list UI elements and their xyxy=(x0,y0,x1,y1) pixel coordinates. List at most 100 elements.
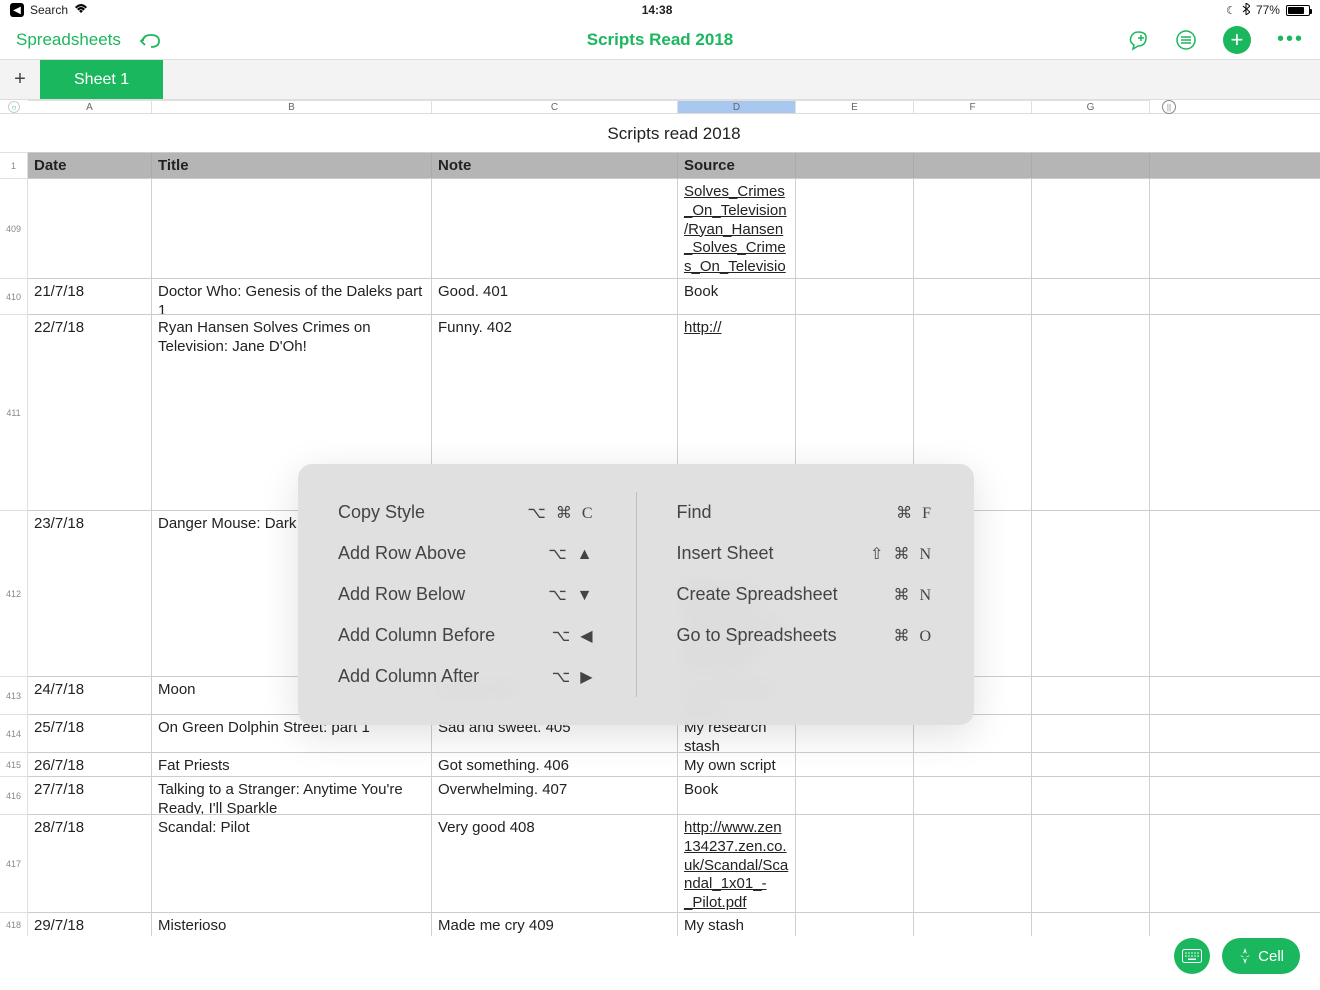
row-num[interactable]: 414 xyxy=(0,714,28,752)
cell-source[interactable]: My stash xyxy=(678,913,796,936)
cell-title[interactable]: Scandal: Pilot xyxy=(152,815,432,912)
collaborate-icon[interactable] xyxy=(1127,29,1149,51)
spreadsheets-back-button[interactable]: Spreadsheets xyxy=(16,30,121,50)
cell-title[interactable]: Talking to a Stranger: Anytime You're Re… xyxy=(152,777,432,814)
cell-f[interactable] xyxy=(914,777,1032,814)
cell-g[interactable] xyxy=(1032,315,1150,510)
menu-item[interactable]: Go to Spreadsheets⌘ O xyxy=(677,615,935,656)
menu-item[interactable]: Copy Style⌥ ⌘ C xyxy=(338,492,596,533)
cell-e[interactable] xyxy=(796,753,914,776)
cell-title[interactable] xyxy=(152,179,432,278)
menu-item[interactable]: Find⌘ F xyxy=(677,492,935,533)
col-end-handle-icon[interactable]: || xyxy=(1162,100,1176,114)
cell-date[interactable]: 24/7/18 xyxy=(28,677,152,714)
col-header-b[interactable]: B xyxy=(152,100,432,113)
row-num[interactable]: 410 xyxy=(0,278,28,314)
col-header-a[interactable]: A xyxy=(28,100,152,113)
document-title[interactable]: Scripts Read 2018 xyxy=(587,30,733,50)
more-icon[interactable]: ••• xyxy=(1277,28,1304,51)
menu-item[interactable]: Add Column Before⌥ ◀ xyxy=(338,615,596,656)
row-num[interactable]: 412 xyxy=(0,510,28,676)
cell-date[interactable]: 23/7/18 xyxy=(28,511,152,676)
cell-note[interactable]: Made me cry 409 xyxy=(432,913,678,936)
cell-f[interactable] xyxy=(914,815,1032,912)
menu-item[interactable]: Add Row Above⌥ ▲ xyxy=(338,533,596,574)
status-back-label[interactable]: Search xyxy=(30,3,68,17)
cell-source[interactable]: http://www.zen134237.zen.co.uk/Scandal/S… xyxy=(678,815,796,912)
table-row[interactable]: 21/7/18 Doctor Who: Genesis of the Dalek… xyxy=(28,278,1320,314)
header-e[interactable] xyxy=(796,153,914,178)
row-num[interactable]: 417 xyxy=(0,814,28,912)
cell-e[interactable] xyxy=(796,279,914,314)
cell-date[interactable]: 26/7/18 xyxy=(28,753,152,776)
cell-title[interactable]: Misterioso xyxy=(152,913,432,936)
add-sheet-button[interactable]: + xyxy=(0,60,40,99)
cell-date[interactable]: 21/7/18 xyxy=(28,279,152,314)
sheet-tab-1[interactable]: Sheet 1 xyxy=(40,60,163,99)
origin-handle-icon[interactable]: ○ xyxy=(8,101,20,113)
cell-g[interactable] xyxy=(1032,511,1150,676)
cell-e[interactable] xyxy=(796,815,914,912)
cell-f[interactable] xyxy=(914,179,1032,278)
col-header-e[interactable]: E xyxy=(796,100,914,113)
menu-item[interactable]: Insert Sheet⇧ ⌘ N xyxy=(677,533,935,574)
col-header-c[interactable]: C xyxy=(432,100,678,113)
cell-g[interactable] xyxy=(1032,913,1150,936)
header-title[interactable]: Title xyxy=(152,153,432,178)
cell-source[interactable]: Solves_Crimes_On_Television/Ryan_Hansen_… xyxy=(678,179,796,278)
cell-title[interactable]: Doctor Who: Genesis of the Daleks part 1 xyxy=(152,279,432,314)
cell-g[interactable] xyxy=(1032,179,1150,278)
cell-date[interactable] xyxy=(28,179,152,278)
cell-date[interactable]: 22/7/18 xyxy=(28,315,152,510)
row-num[interactable]: 418 xyxy=(0,912,28,936)
cell-e[interactable] xyxy=(796,777,914,814)
cell-g[interactable] xyxy=(1032,815,1150,912)
menu-item[interactable]: Add Row Below⌥ ▼ xyxy=(338,574,596,615)
col-header-g[interactable]: G xyxy=(1032,100,1150,113)
cell-note[interactable]: Got something. 406 xyxy=(432,753,678,776)
cell-note[interactable] xyxy=(432,179,678,278)
row-num[interactable]: 409 xyxy=(0,178,28,278)
cell-date[interactable]: 28/7/18 xyxy=(28,815,152,912)
cell-g[interactable] xyxy=(1032,753,1150,776)
table-row[interactable]: 29/7/18 Misterioso Made me cry 409 My st… xyxy=(28,912,1320,936)
cell-source[interactable]: My own script xyxy=(678,753,796,776)
cell-g[interactable] xyxy=(1032,279,1150,314)
cell-f[interactable] xyxy=(914,753,1032,776)
menu-item[interactable]: Create Spreadsheet⌘ N xyxy=(677,574,935,615)
add-button[interactable]: + xyxy=(1223,26,1251,54)
format-icon[interactable] xyxy=(1175,29,1197,51)
header-g[interactable] xyxy=(1032,153,1150,178)
cell-g[interactable] xyxy=(1032,715,1150,752)
row-num[interactable]: 416 xyxy=(0,776,28,814)
cell-note[interactable]: Overwhelming. 407 xyxy=(432,777,678,814)
cell-e[interactable] xyxy=(796,179,914,278)
table-row[interactable]: Solves_Crimes_On_Television/Ryan_Hansen_… xyxy=(28,178,1320,278)
table-row[interactable]: 28/7/18 Scandal: Pilot Very good 408 htt… xyxy=(28,814,1320,912)
header-f[interactable] xyxy=(914,153,1032,178)
header-source[interactable]: Source xyxy=(678,153,796,178)
cell-note[interactable]: Very good 408 xyxy=(432,815,678,912)
keyboard-button[interactable] xyxy=(1174,938,1210,974)
cell-button[interactable]: Cell xyxy=(1222,938,1300,974)
cell-g[interactable] xyxy=(1032,777,1150,814)
col-header-d[interactable]: D xyxy=(678,100,796,113)
cell-note[interactable]: Good. 401 xyxy=(432,279,678,314)
back-chevron-icon[interactable]: ◀ xyxy=(10,3,24,17)
row-num[interactable]: 413 xyxy=(0,676,28,714)
table-row[interactable]: 26/7/18 Fat Priests Got something. 406 M… xyxy=(28,752,1320,776)
cell-date[interactable]: 29/7/18 xyxy=(28,913,152,936)
menu-item[interactable]: Add Column After⌥ ▶ xyxy=(338,656,596,697)
cell-g[interactable] xyxy=(1032,677,1150,714)
cell-date[interactable]: 25/7/18 xyxy=(28,715,152,752)
header-note[interactable]: Note xyxy=(432,153,678,178)
cell-e[interactable] xyxy=(796,913,914,936)
row-num[interactable]: 411 xyxy=(0,314,28,510)
cell-f[interactable] xyxy=(914,913,1032,936)
row-num-header[interactable]: 1 xyxy=(0,152,28,178)
table-row[interactable]: 27/7/18 Talking to a Stranger: Anytime Y… xyxy=(28,776,1320,814)
header-date[interactable]: Date xyxy=(28,153,152,178)
cell-title[interactable]: Fat Priests xyxy=(152,753,432,776)
undo-icon[interactable] xyxy=(139,31,163,49)
cell-date[interactable]: 27/7/18 xyxy=(28,777,152,814)
